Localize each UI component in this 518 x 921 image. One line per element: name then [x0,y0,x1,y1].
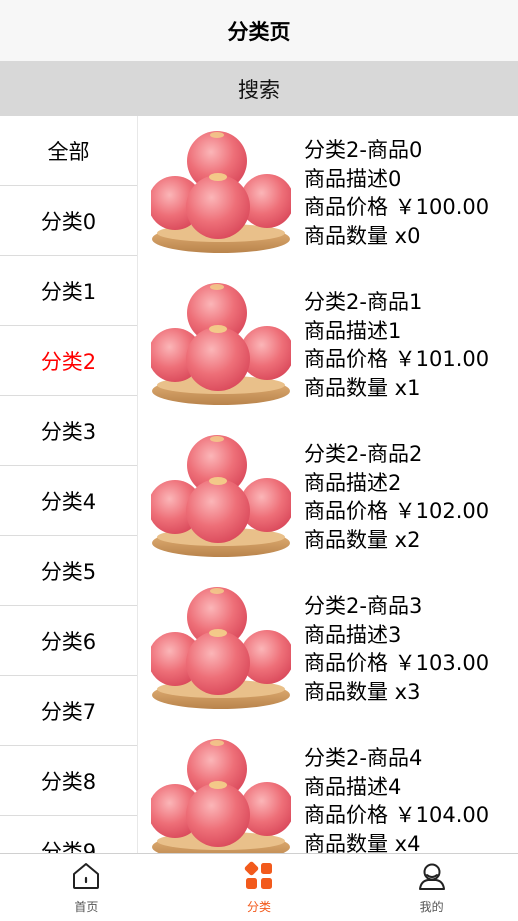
sidebar-item-category-4[interactable]: 分类4 [0,466,137,536]
sidebar-item-category-5[interactable]: 分类5 [0,536,137,606]
sidebar-item-category-1[interactable]: 分类1 [0,256,137,326]
tab-label: 首页 [74,900,99,914]
sidebar-item-label: 分类1 [40,279,97,304]
product-info: 分类2-商品0 商品描述0 商品价格 ￥100.00 商品数量 x0 [304,134,489,250]
sidebar-item-all[interactable]: 全部 [0,116,137,186]
home-icon [73,863,100,889]
product-info: 分类2-商品4 商品描述4 商品价格 ￥104.00 商品数量 x4 [304,742,489,853]
product-item[interactable]: 分类2-商品3 商品描述3 商品价格 ￥103.00 商品数量 x3 [138,572,518,724]
product-qty: 商品数量 x0 [304,223,421,248]
product-name: 分类2-商品2 [304,442,423,466]
sidebar-item-category-7[interactable]: 分类7 [0,676,137,746]
product-info: 分类2-商品2 商品描述2 商品价格 ￥102.00 商品数量 x2 [304,438,489,554]
sidebar-item-label: 全部 [47,139,90,164]
product-name: 分类2-商品0 [304,138,423,162]
product-qty: 商品数量 x3 [304,679,421,704]
product-list: 分类2-商品0 商品描述0 商品价格 ￥100.00 商品数量 x0 分类2-商… [138,116,518,853]
product-name: 分类2-商品1 [304,290,423,314]
sidebar-item-label: 分类4 [40,489,97,514]
product-desc: 商品描述2 [304,470,402,495]
tab-label: 分类 [247,900,272,914]
tab-category[interactable]: 分类 [173,854,346,921]
apple-image [151,279,291,409]
bottom-tabbar: 首页 分类 我的 [0,853,518,921]
sidebar-item-category-9[interactable]: 分类9 [0,816,137,854]
product-price: 商品价格 ￥100.00 [304,195,490,219]
category-sidebar: 全部 分类0 分类1 分类2 分类3 分类4 分类5 分类6 分类7 分类8 分… [0,116,138,853]
product-qty: 商品数量 x1 [304,375,421,400]
page-title: 分类页 [227,19,291,44]
tab-label: 我的 [419,900,444,914]
sidebar-item-category-6[interactable]: 分类6 [0,606,137,676]
sidebar-item-label: 分类6 [40,629,97,654]
product-item[interactable]: 分类2-商品0 商品描述0 商品价格 ￥100.00 商品数量 x0 [138,116,518,268]
product-price: 商品价格 ￥104.00 [304,803,490,827]
product-qty: 商品数量 x2 [304,527,421,552]
product-qty: 商品数量 x4 [304,831,421,854]
apple-image [151,127,291,257]
product-info: 分类2-商品1 商品描述1 商品价格 ￥101.00 商品数量 x1 [304,286,489,402]
tab-profile[interactable]: 我的 [345,854,518,921]
product-price: 商品价格 ￥103.00 [304,651,490,675]
product-desc: 商品描述0 [304,166,402,191]
product-desc: 商品描述3 [304,622,402,647]
sidebar-item-label: 分类7 [40,699,97,724]
sidebar-item-label: 分类5 [40,559,97,584]
product-desc: 商品描述1 [304,318,402,343]
product-name: 分类2-商品3 [304,594,423,618]
search-bar[interactable]: 搜索 [0,61,518,116]
search-label: 搜索 [238,77,280,102]
product-item[interactable]: 分类2-商品2 商品描述2 商品价格 ￥102.00 商品数量 x2 [138,420,518,572]
sidebar-item-label: 分类3 [40,419,97,444]
sidebar-item-category-3[interactable]: 分类3 [0,396,137,466]
product-desc: 商品描述4 [304,774,402,799]
product-price: 商品价格 ￥102.00 [304,499,490,523]
sidebar-item-category-2[interactable]: 分类2 [0,326,137,396]
sidebar-item-label: 分类9 [40,839,97,854]
tab-home[interactable]: 首页 [0,854,173,921]
category-icon [244,861,272,889]
header: 分类页 [0,0,518,61]
sidebar-item-label: 分类8 [40,769,97,794]
apple-image [151,583,291,713]
product-price: 商品价格 ￥101.00 [304,347,490,371]
apple-image [151,735,291,853]
product-info: 分类2-商品3 商品描述3 商品价格 ￥103.00 商品数量 x3 [304,590,489,706]
sidebar-item-label: 分类0 [40,209,97,234]
product-item[interactable]: 分类2-商品1 商品描述1 商品价格 ￥101.00 商品数量 x1 [138,268,518,420]
sidebar-item-category-8[interactable]: 分类8 [0,746,137,816]
sidebar-item-category-0[interactable]: 分类0 [0,186,137,256]
product-item[interactable]: 分类2-商品4 商品描述4 商品价格 ￥104.00 商品数量 x4 [138,724,518,853]
user-icon [418,863,445,890]
sidebar-item-label: 分类2 [40,349,97,374]
product-name: 分类2-商品4 [304,746,423,770]
apple-image [151,431,291,561]
